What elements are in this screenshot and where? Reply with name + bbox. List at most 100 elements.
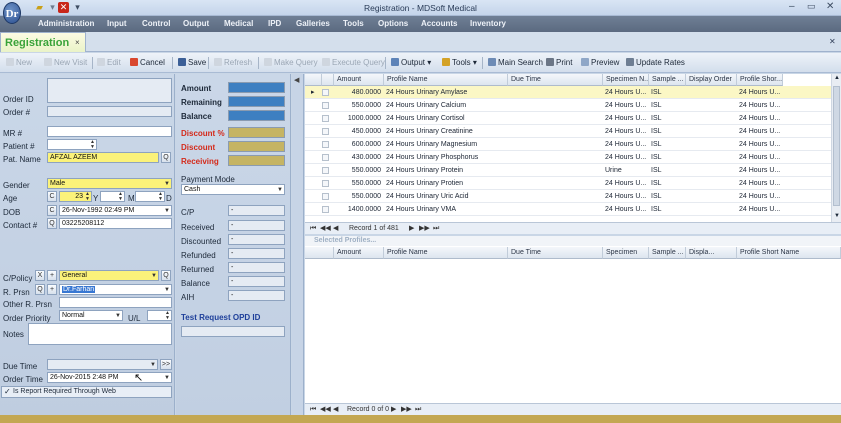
maximize-icon[interactable]: ▭ xyxy=(807,1,816,12)
payment-mode-select[interactable]: Cash ▼ xyxy=(181,184,285,195)
row-checkbox[interactable] xyxy=(322,128,329,135)
first-record-icon[interactable]: ⏮ xyxy=(310,223,316,234)
age-days-field[interactable]: ▲ ▼ xyxy=(135,191,165,202)
age-years-field[interactable]: 23 ▲ ▼ xyxy=(59,191,92,202)
received-field[interactable]: - xyxy=(228,220,285,231)
menu-medical[interactable]: Medical xyxy=(224,19,253,28)
row-checkbox[interactable] xyxy=(322,102,329,109)
table-row[interactable]: 550.0000 24 Hours Urinary Uric Acid 24 Hou… xyxy=(305,190,841,203)
tools-button[interactable]: Tools ▾ xyxy=(442,58,477,67)
spin-icon[interactable]: ▲ ▼ xyxy=(158,192,163,201)
menu-inventory[interactable]: Inventory xyxy=(470,19,506,28)
row-checkbox[interactable] xyxy=(322,180,329,187)
table-row[interactable]: 1400.0000 24 Hours Urinary VMA 24 Hours U.… xyxy=(305,203,841,216)
minimize-icon[interactable]: – xyxy=(789,1,795,12)
age-calc-button[interactable]: C xyxy=(47,191,57,202)
cpolicy-add-button[interactable]: + xyxy=(47,270,57,281)
aih-field[interactable]: - xyxy=(228,290,285,301)
vertical-scrollbar[interactable]: ▲ ▼ xyxy=(831,74,841,222)
mr-field[interactable] xyxy=(47,126,172,137)
panel-splitter[interactable]: ◀ xyxy=(292,74,304,415)
column-header-display-order[interactable]: Display Order xyxy=(686,74,737,86)
spin-icon[interactable]: ▲ ▼ xyxy=(118,192,123,201)
web-report-checkbox[interactable]: ✓ Is Report Required Through Web xyxy=(1,386,172,398)
spin-icon[interactable]: ▲ ▼ xyxy=(90,140,95,149)
row-checkbox[interactable] xyxy=(322,89,329,96)
prev-page-icon[interactable]: ◀◀ xyxy=(320,404,331,415)
table-row[interactable]: 430.0000 24 Hours Urinary Phosphorus 24 Ho… xyxy=(305,151,841,164)
balance-field[interactable] xyxy=(228,110,285,121)
rprsn-search-button[interactable]: Q xyxy=(35,284,45,295)
pat-name-field[interactable]: AFZAL AZEEM xyxy=(47,152,159,163)
discount-pct-field[interactable] xyxy=(228,127,285,138)
ul-field[interactable]: ▲ ▼ xyxy=(147,310,172,321)
first-record-icon[interactable]: ⏮ xyxy=(310,404,316,415)
cp-field[interactable]: - xyxy=(228,205,285,216)
column-header-amount[interactable]: Amount xyxy=(334,247,384,259)
prev-record-icon[interactable]: ◀ xyxy=(333,223,338,234)
gender-select[interactable]: Male ▼ xyxy=(47,178,172,189)
menu-output[interactable]: Output xyxy=(183,19,209,28)
menu-ipd[interactable]: IPD xyxy=(268,19,281,28)
column-header-display[interactable]: Displa... xyxy=(686,247,737,259)
dob-field[interactable]: 26-Nov-1992 02:49 PM ▼ xyxy=(59,205,172,216)
row-checkbox[interactable] xyxy=(322,141,329,148)
cpolicy-clear-button[interactable]: X xyxy=(35,270,45,281)
next-page-icon[interactable]: ▶▶ xyxy=(401,404,412,415)
scroll-thumb[interactable] xyxy=(833,86,840,206)
row-checkbox[interactable] xyxy=(322,206,329,213)
main-search-button[interactable]: Main Search xyxy=(488,58,543,67)
menu-control[interactable]: Control xyxy=(142,19,170,28)
row-checkbox[interactable] xyxy=(322,167,329,174)
print-button[interactable]: Print xyxy=(546,58,572,67)
cancel-button[interactable]: Cancel xyxy=(130,58,165,67)
table-row[interactable]: 550.0000 24 Hours Urinary Calcium 24 Hours… xyxy=(305,99,841,112)
menu-options[interactable]: Options xyxy=(378,19,408,28)
spin-icon[interactable]: ▲ ▼ xyxy=(165,311,170,320)
returned-field[interactable]: - xyxy=(228,262,285,273)
last-record-icon[interactable]: ⏭ xyxy=(433,223,439,234)
tab-registration[interactable]: Registration × xyxy=(0,32,86,52)
column-header-due-time[interactable]: Due Time xyxy=(508,247,603,259)
other-rprsn-field[interactable] xyxy=(59,297,172,308)
age-months-field[interactable]: ▲ ▼ xyxy=(100,191,125,202)
dob-calc-button[interactable]: C xyxy=(47,205,57,216)
column-header-profile-short-name[interactable]: Profile Short Name xyxy=(737,247,841,259)
column-header-amount[interactable]: Amount xyxy=(334,74,384,86)
new-button[interactable]: New xyxy=(6,58,32,67)
menu-input[interactable]: Input xyxy=(107,19,127,28)
menu-administration[interactable]: Administration xyxy=(38,19,94,28)
order-priority-select[interactable]: Normal ▼ xyxy=(59,310,123,321)
menu-tools[interactable]: Tools xyxy=(343,19,364,28)
column-header-sample[interactable]: Sample ... xyxy=(649,247,686,259)
next-page-icon[interactable]: ▶▶ xyxy=(419,223,430,234)
order-id-field[interactable] xyxy=(47,78,172,103)
column-header-profile-name[interactable]: Profile Name xyxy=(384,74,508,86)
due-time-apply-button[interactable]: >> xyxy=(160,359,172,370)
pat-name-search-button[interactable]: Q xyxy=(161,152,171,163)
scroll-up-icon[interactable]: ▲ xyxy=(834,75,840,81)
cpolicy-search-button[interactable]: Q xyxy=(161,270,171,281)
row-checkbox[interactable] xyxy=(322,154,329,161)
remaining-field[interactable] xyxy=(228,96,285,107)
test-request-field[interactable] xyxy=(181,326,285,337)
execute-query-button[interactable]: Execute Query xyxy=(322,58,385,67)
column-header-sample[interactable]: Sample ... xyxy=(649,74,686,86)
spin-icon[interactable]: ▲ ▼ xyxy=(85,192,90,201)
column-header-profile-short[interactable]: Profile Shor... xyxy=(737,74,783,86)
table-row[interactable]: 1000.0000 24 Hours Urinary Cortisol 24 Hou… xyxy=(305,112,841,125)
preview-button[interactable]: Preview xyxy=(581,58,619,67)
patient-no-field[interactable]: ▲ ▼ xyxy=(47,139,97,150)
prev-page-icon[interactable]: ◀◀ xyxy=(320,223,331,234)
amount-field[interactable] xyxy=(228,82,285,93)
column-header-specimen[interactable]: Specimen xyxy=(603,247,649,259)
make-query-button[interactable]: Make Query xyxy=(264,58,318,67)
row-checkbox[interactable] xyxy=(322,115,329,122)
close-window-icon[interactable]: ✕ xyxy=(826,1,834,12)
last-record-icon[interactable]: ⏭ xyxy=(415,404,421,415)
discounted-field[interactable]: - xyxy=(228,234,285,245)
new-visit-button[interactable]: New Visit xyxy=(44,58,87,67)
select-column-header[interactable] xyxy=(322,74,334,86)
menu-accounts[interactable]: Accounts xyxy=(421,19,457,28)
discount-field[interactable] xyxy=(228,141,285,152)
